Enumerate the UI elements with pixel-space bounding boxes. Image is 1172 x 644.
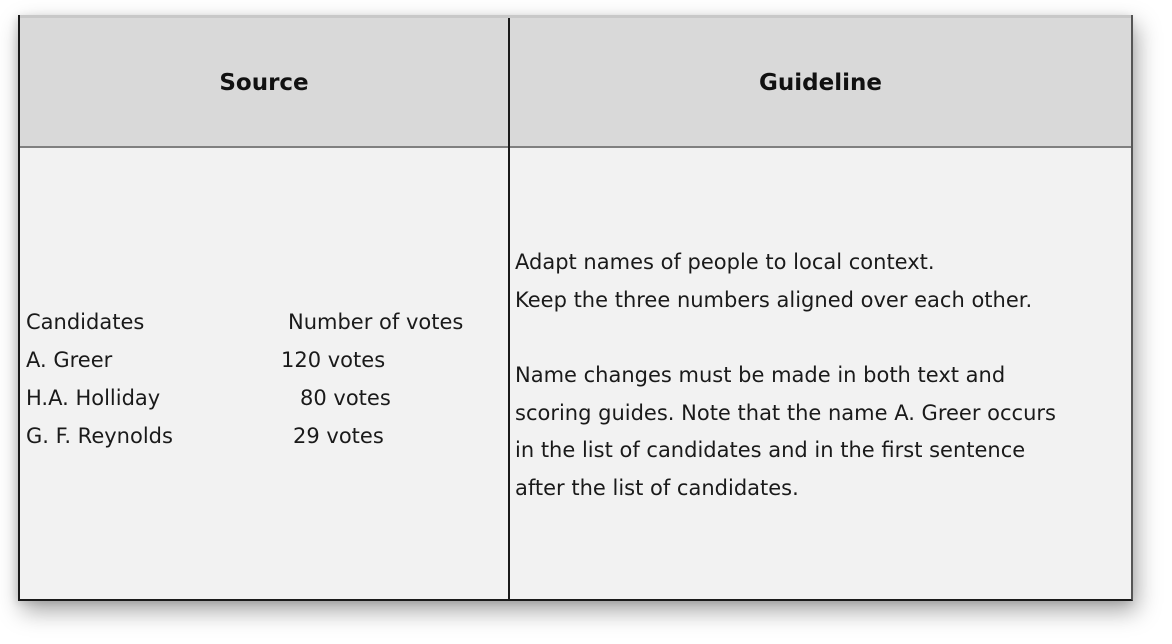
candidate-votes: 120 votes xyxy=(281,348,386,372)
source-cell: Candidates Number of votes A. Greer 120 … xyxy=(26,303,496,455)
candidate-name: G. F. Reynolds xyxy=(26,424,173,448)
header-guideline: Guideline xyxy=(759,70,882,96)
candidates-label: Candidates xyxy=(26,310,145,334)
candidate-name: H.A. Holliday xyxy=(26,386,161,410)
candidate-name: A. Greer xyxy=(26,348,113,372)
source-row-header: Candidates Number of votes xyxy=(26,303,496,341)
source-row: G. F. Reynolds 29 votes xyxy=(26,417,496,455)
guideline-line: scoring guides. Note that the name A. Gr… xyxy=(515,400,1056,425)
header-source: Source xyxy=(219,70,309,96)
source-row: H.A. Holliday 80 votes xyxy=(26,379,496,417)
table-header-row: Source Guideline xyxy=(20,15,1131,148)
candidate-votes: 29 votes xyxy=(293,424,384,448)
guideline-table: Source Guideline Candidates Number of vo… xyxy=(18,15,1133,601)
column-divider xyxy=(508,18,510,599)
guideline-cell: Adapt names of people to local context. … xyxy=(515,244,1125,507)
guideline-line: Name changes must be made in both text a… xyxy=(515,363,1006,387)
source-row: A. Greer 120 votes xyxy=(26,341,496,379)
guideline-line: Keep the three numbers aligned over each… xyxy=(515,287,1033,312)
guideline-line: Adapt names of people to local context. xyxy=(515,250,935,274)
guideline-line: in the list of candidates and in the fir… xyxy=(515,438,1026,462)
candidate-votes: 80 votes xyxy=(300,386,391,410)
guideline-line: after the list of candidates. xyxy=(515,475,799,500)
votes-label: Number of votes xyxy=(288,310,464,334)
